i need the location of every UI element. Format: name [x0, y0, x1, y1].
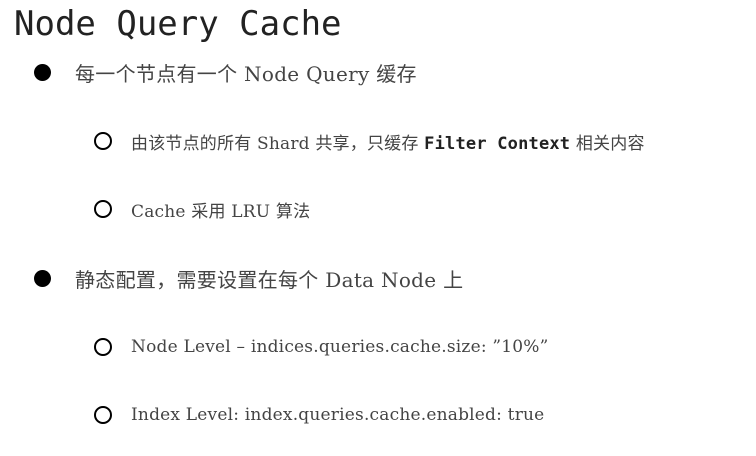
- bullet-dot-icon: [34, 63, 51, 81]
- sub-bullet-text: Index Level: index.queries.cache.enabled…: [131, 405, 545, 425]
- slide-title: Node Query Cache: [14, 4, 342, 44]
- bullet-circle-icon: [94, 132, 112, 150]
- bullet-dot-icon: [34, 269, 51, 287]
- bullet-item: 每一个节点有一个 Node Query 缓存: [34, 58, 417, 86]
- sub-bullet-text: Cache 采用 LRU 算法: [131, 201, 311, 222]
- sub-bullet-item: 由该节点的所有 Shard 共享，只缓存 Filter Context 相关内容: [94, 128, 645, 154]
- sub-bullet-item: Cache 采用 LRU 算法: [94, 196, 310, 222]
- bullet-circle-icon: [94, 200, 112, 218]
- bullet-text: 静态配置，需要设置在每个 Data Node 上: [75, 267, 464, 292]
- sub-bullet-prefix: 由该节点的所有 Shard 共享，只缓存: [131, 133, 425, 154]
- sub-bullet-suffix: 相关内容: [570, 133, 645, 154]
- sub-bullet-item: Index Level: index.queries.cache.enabled…: [94, 402, 544, 428]
- sub-bullet-bold-term: Filter Context: [424, 133, 571, 154]
- sub-bullet-text: Node Level – indices.queries.cache.size:…: [131, 337, 549, 357]
- bullet-circle-icon: [94, 338, 112, 356]
- sub-bullet-item: Node Level – indices.queries.cache.size:…: [94, 334, 549, 360]
- bullet-text: 每一个节点有一个 Node Query 缓存: [75, 61, 417, 86]
- bullet-circle-icon: [94, 406, 112, 424]
- bullet-item: 静态配置，需要设置在每个 Data Node 上: [34, 264, 463, 292]
- sub-bullet-text: 由该节点的所有 Shard 共享，只缓存 Filter Context 相关内容: [131, 129, 645, 154]
